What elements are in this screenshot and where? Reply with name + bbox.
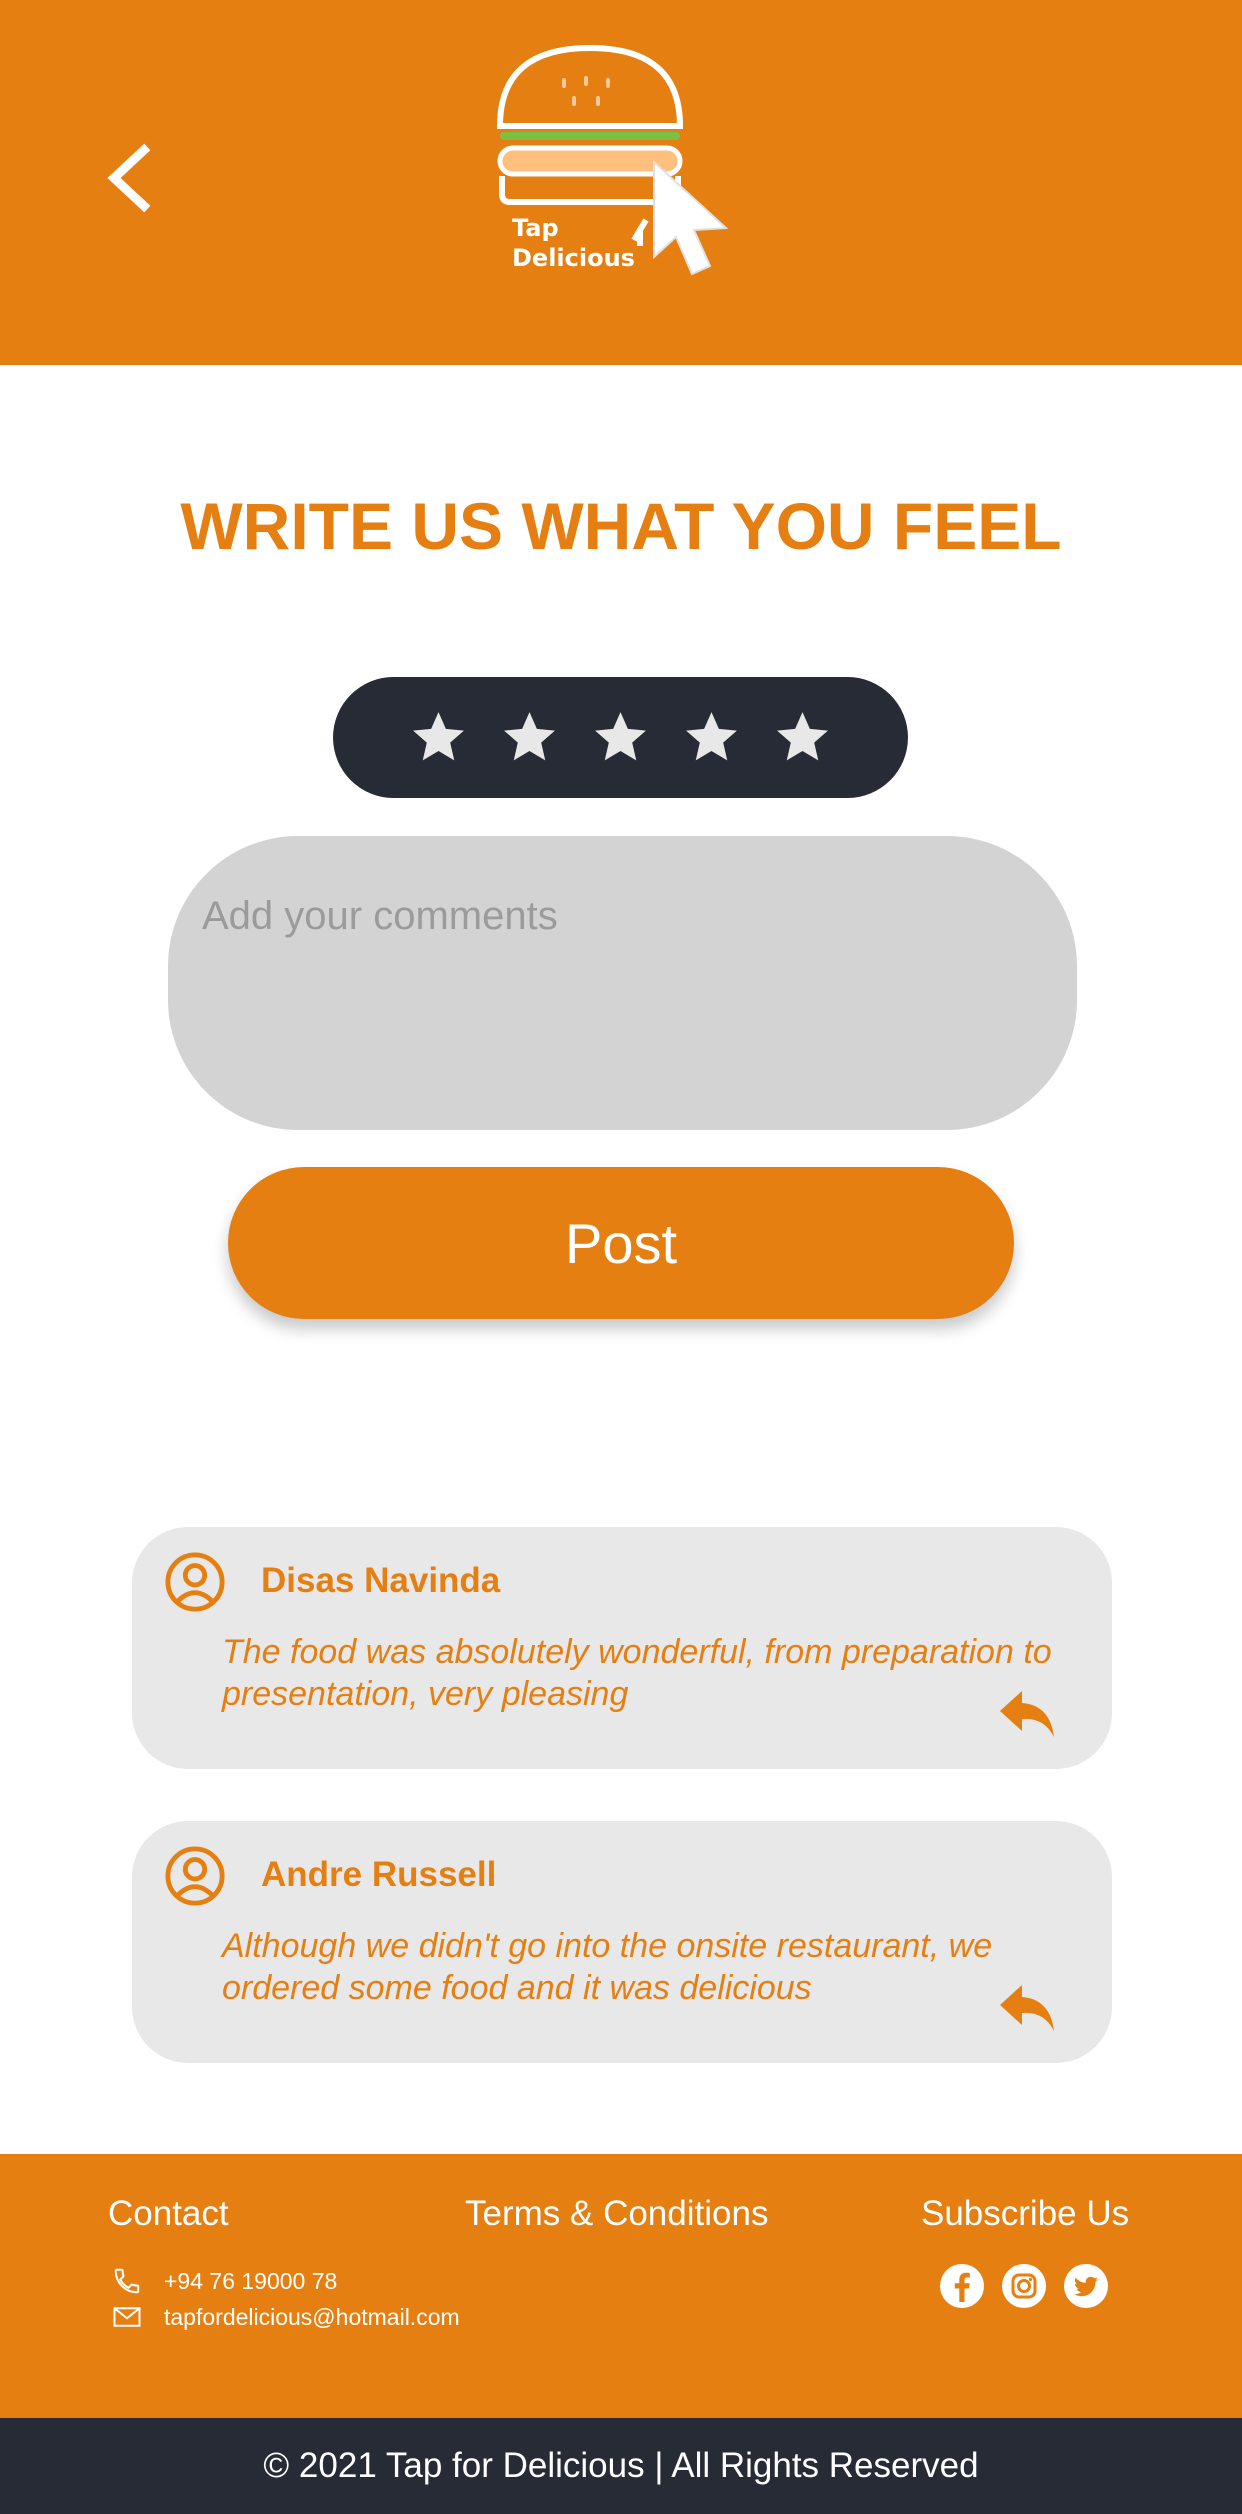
review-text: The food was absolutely wonderful, from … [222, 1633, 1052, 1713]
header: Tap Delicious [0, 0, 1242, 365]
comment-input[interactable] [168, 836, 1077, 1130]
footer-email-row: tapfordelicious@hotmail.com [112, 2302, 460, 2332]
star-rating [333, 677, 908, 798]
review-card: Disas Navinda The food was absolutely wo… [132, 1527, 1112, 1769]
post-button[interactable]: Post [228, 1167, 1014, 1319]
social-links [938, 2262, 1110, 2310]
logo-text-tap: Tap [512, 214, 559, 242]
star-icon-1[interactable] [408, 707, 469, 768]
user-avatar-icon [165, 1552, 225, 1612]
logo-text-delicious: Delicious [512, 244, 635, 272]
copyright: © 2021 Tap for Delicious | All Rights Re… [0, 2418, 1242, 2514]
review-text: Although we didn't go into the onsite re… [222, 1927, 993, 2007]
star-icon-3[interactable] [590, 707, 651, 768]
twitter-icon[interactable] [1062, 2262, 1110, 2310]
review-card: Andre Russell Although we didn't go into… [132, 1821, 1112, 2063]
footer-phone: +94 76 19000 78 [164, 2267, 338, 2294]
page-title: WRITE US WHAT YOU FEEL [180, 489, 1062, 563]
reviewer-name: Andre Russell [261, 1855, 497, 1894]
star-icon-2[interactable] [499, 707, 560, 768]
footer-phone-row: +94 76 19000 78 [112, 2266, 337, 2296]
reviewer-name: Disas Navinda [261, 1561, 501, 1600]
reply-icon[interactable] [998, 1981, 1056, 2033]
footer-email[interactable]: tapfordelicious@hotmail.com [164, 2304, 460, 2331]
facebook-icon[interactable] [938, 2262, 986, 2310]
reply-icon[interactable] [998, 1687, 1056, 1739]
logo: Tap Delicious [496, 44, 729, 276]
footer-subscribe-heading: Subscribe Us [921, 2194, 1130, 2233]
terms-link[interactable]: Terms & Conditions [465, 2194, 768, 2234]
back-arrow-icon[interactable] [92, 130, 172, 226]
star-icon-5[interactable] [772, 707, 833, 768]
footer-contact-heading: Contact [108, 2194, 229, 2233]
phone-icon [114, 2268, 140, 2294]
user-avatar-icon [165, 1846, 225, 1906]
instagram-icon[interactable] [1000, 2262, 1048, 2310]
mail-icon [113, 2307, 141, 2327]
star-icon-4[interactable] [681, 707, 742, 768]
footer: Contact Terms & Conditions Subscribe Us … [0, 2154, 1242, 2418]
